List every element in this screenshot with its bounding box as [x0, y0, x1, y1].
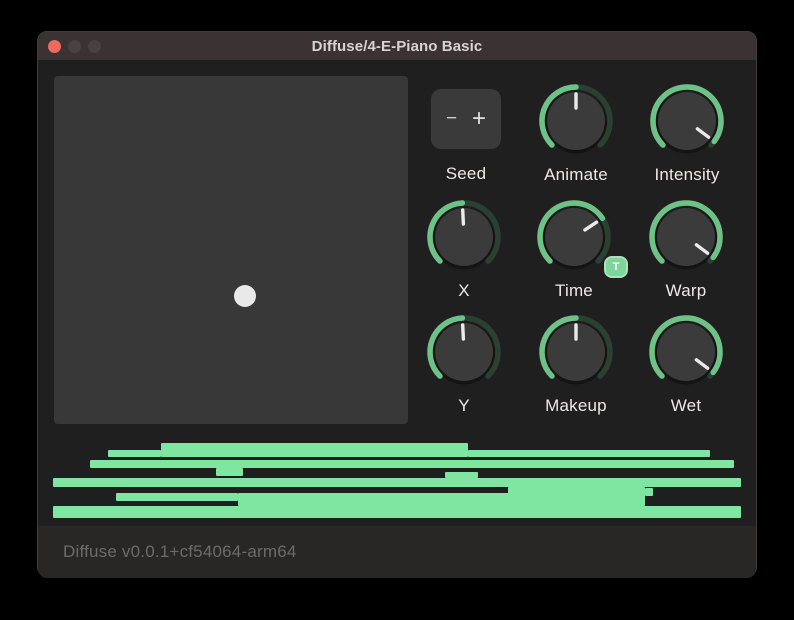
window-title: Diffuse/4-E-Piano Basic [311, 37, 483, 55]
seed-decrement-button[interactable]: − [446, 108, 457, 130]
waveform-bar [53, 478, 741, 487]
waveform-bar [161, 443, 468, 457]
waveform-bar [108, 450, 161, 457]
zoom-button[interactable] [88, 39, 101, 53]
x-knob[interactable] [424, 197, 504, 277]
waveform-bar [238, 493, 645, 506]
intensity-knob-label: Intensity [654, 165, 720, 184]
traffic-lights [48, 32, 101, 60]
xy-pad[interactable] [54, 76, 408, 424]
waveform-bar [468, 450, 710, 457]
intensity-knob[interactable] [647, 81, 727, 161]
footer: Diffuse v0.0.1+cf54064-arm64 [38, 526, 756, 578]
y-knob[interactable] [424, 312, 504, 392]
minimize-button[interactable] [68, 39, 81, 53]
wet-knob-label: Wet [670, 396, 702, 415]
makeup-knob[interactable] [536, 312, 616, 392]
xy-pad-handle[interactable] [234, 285, 256, 307]
waveform-bar [216, 468, 243, 476]
desktop-background: Diffuse/4-E-Piano Basic − + Seed T Diffu… [0, 0, 794, 620]
waveform-bar [445, 472, 478, 478]
waveform-bar [645, 488, 653, 496]
waveform-bar [90, 460, 734, 468]
animate-knob[interactable] [536, 81, 616, 161]
waveform-bar [116, 493, 238, 501]
wet-knob[interactable] [646, 312, 726, 392]
version-text: Diffuse v0.0.1+cf54064-arm64 [63, 542, 297, 561]
plugin-window: Diffuse/4-E-Piano Basic − + Seed T Diffu… [37, 31, 757, 578]
warp-knob[interactable] [646, 197, 726, 277]
waveform-bar [53, 506, 741, 518]
seed-control[interactable]: − + [431, 89, 501, 149]
close-button[interactable] [48, 39, 61, 53]
seed-increment-button[interactable]: + [472, 105, 486, 133]
waveform-bar [508, 487, 645, 494]
titlebar[interactable]: Diffuse/4-E-Piano Basic [38, 32, 756, 60]
warp-knob-label: Warp [665, 281, 707, 300]
time-knob[interactable] [534, 197, 614, 277]
